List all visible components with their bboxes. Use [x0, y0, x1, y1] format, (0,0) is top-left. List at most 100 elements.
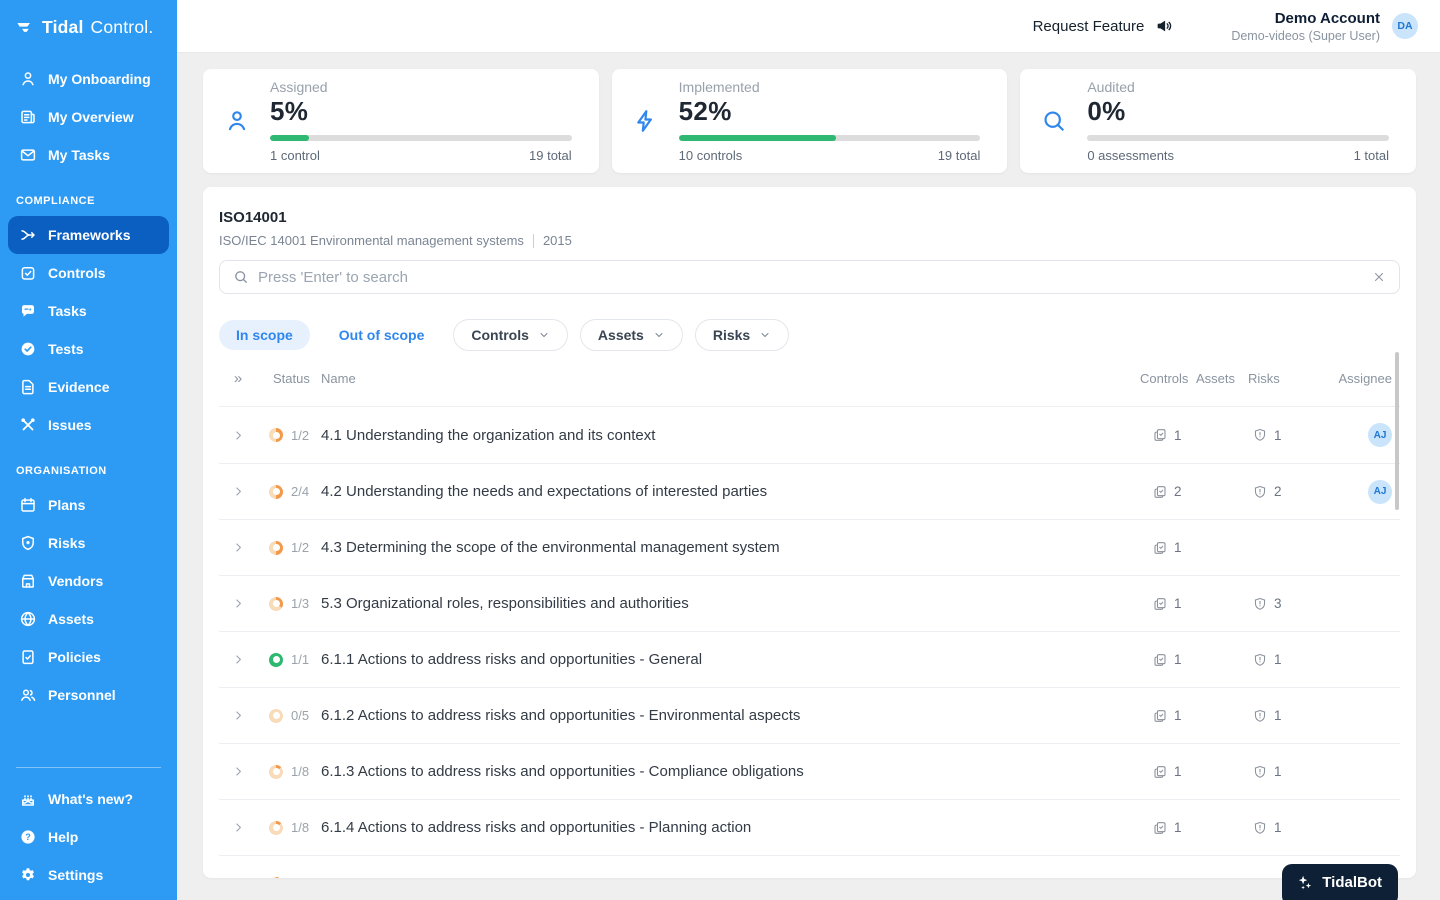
row-name[interactable]: 6.1.4 Actions to address risks and oppor… [321, 819, 1140, 836]
column-header-name: Name [321, 371, 356, 386]
request-feature-button[interactable]: Request Feature [1033, 17, 1174, 35]
count-value: 1 [1274, 764, 1282, 779]
tidalbot-button[interactable]: TidalBot [1282, 864, 1398, 900]
status-cell: 1/1 [257, 652, 321, 667]
avatar[interactable]: DA [1392, 13, 1418, 39]
row-name[interactable]: 6.1.3 Actions to address risks and oppor… [321, 763, 1140, 780]
sidebar-item-tests[interactable]: Tests [8, 330, 169, 368]
dropdown-controls[interactable]: Controls [453, 319, 568, 351]
assignee-avatar[interactable]: AJ [1368, 423, 1392, 447]
dropdown-assets[interactable]: Assets [579, 319, 683, 351]
status-progress-ring [269, 708, 283, 723]
tidal-logo-icon [15, 18, 35, 38]
table-scrollbar[interactable] [1395, 352, 1399, 510]
sidebar-item-assets[interactable]: Assets [8, 600, 169, 638]
stat-footer: 0 assessments 1 total [1087, 148, 1389, 163]
row-name[interactable]: 5.3 Organizational roles, responsibiliti… [321, 595, 1140, 612]
count-value: 1 [1174, 820, 1182, 835]
table-row[interactable]: 1/3 5.3 Organizational roles, responsibil… [219, 575, 1400, 631]
shield-icon [19, 534, 37, 552]
sidebar-item-label: My Overview [48, 109, 134, 125]
sidebar-item-label: My Onboarding [48, 71, 151, 87]
column-header-risks: Risks [1248, 371, 1280, 386]
row-expand-button[interactable] [219, 429, 257, 442]
table-row[interactable]: 1/8 6.1.4 Actions to address risks and op… [219, 799, 1400, 855]
table-row[interactable]: 1/8 6.1.3 Actions to address risks and op… [219, 743, 1400, 799]
expand-all-button[interactable]: » [219, 370, 257, 387]
globe-icon [19, 610, 37, 628]
count-value: 1 [1174, 708, 1182, 723]
row-name[interactable]: 6.1.2 Actions to address risks and oppor… [321, 707, 1140, 724]
sidebar-item-tasks[interactable]: Tasks [8, 292, 169, 330]
stat-card-audited: Audited 0% 0 assessments 1 total [1020, 69, 1417, 173]
sidebar-item-evidence[interactable]: Evidence [8, 368, 169, 406]
row-expand-button[interactable] [219, 765, 257, 778]
shield-alert-icon [1252, 427, 1268, 443]
sidebar-item-policies[interactable]: Policies [8, 638, 169, 676]
row-name[interactable]: 4.2 Understanding the needs and expectat… [321, 483, 1140, 500]
row-name[interactable]: 4.3 Determining the scope of the environ… [321, 539, 1140, 556]
stat-count: 0 assessments [1087, 148, 1175, 163]
framework-subtitle: ISO/IEC 14001 Environmental management s… [219, 233, 1400, 248]
search-input[interactable] [258, 268, 1363, 286]
copy-documents-icon [1152, 820, 1168, 836]
sidebar-item-label: Frameworks [48, 227, 131, 243]
framework-year: 2015 [542, 233, 572, 248]
column-header-assignee: Assignee [1338, 371, 1392, 386]
row-expand-button[interactable] [219, 485, 257, 498]
tools-icon [19, 416, 37, 434]
count-value: 2 [1274, 484, 1282, 499]
sidebar-item-risks[interactable]: Risks [8, 524, 169, 562]
shield-alert-icon [1252, 596, 1268, 612]
table-row[interactable]: 1/1 6.1.1 Actions to address risks and op… [219, 631, 1400, 687]
count-value: 1 [1274, 708, 1282, 723]
table-row[interactable]: 1/2 4.3 Determining the scope of the envi… [219, 519, 1400, 575]
sidebar-item-settings[interactable]: Settings [8, 856, 169, 894]
account-menu[interactable]: Demo Account Demo-videos (Super User) [1231, 10, 1380, 43]
sidebar-item-help[interactable]: ? Help [8, 818, 169, 856]
sidebar-item-my-onboarding[interactable]: My Onboarding [8, 60, 169, 98]
assignee-cell: AJ [1302, 479, 1400, 504]
row-expand-button[interactable] [219, 821, 257, 834]
assignee-avatar[interactable]: AJ [1368, 479, 1392, 504]
risks-count: 3 [1248, 596, 1302, 612]
table-row-partial[interactable] [219, 855, 1400, 878]
status-fraction: 1/1 [291, 652, 310, 667]
controls-count: 1 [1140, 652, 1196, 668]
sidebar-item-frameworks[interactable]: Frameworks [8, 216, 169, 254]
stat-value: 52% [678, 96, 732, 126]
tab-out-of-scope[interactable]: Out of scope [322, 320, 442, 350]
account-name: Demo Account [1274, 9, 1380, 27]
sidebar-item-my-tasks[interactable]: My Tasks [8, 136, 169, 174]
sidebar-item-personnel[interactable]: Personnel [8, 676, 169, 714]
status-fraction: 0/5 [291, 708, 310, 723]
stat-card-implemented: Implemented 52% 10 controls 19 total [611, 69, 1008, 173]
sidebar-item-my-overview[interactable]: My Overview [8, 98, 169, 136]
dropdown-risks[interactable]: Risks [694, 319, 790, 351]
table-row[interactable]: 0/5 6.1.2 Actions to address risks and op… [219, 687, 1400, 743]
shield-alert-icon [1252, 764, 1268, 780]
sidebar-item-vendors[interactable]: Vendors [8, 562, 169, 600]
sidebar-item-issues[interactable]: Issues [8, 406, 169, 444]
close-icon[interactable] [1372, 270, 1386, 284]
dropdown-label: Controls [471, 327, 529, 343]
tab-in-scope[interactable]: In scope [219, 320, 310, 350]
sidebar-item-what-s-new[interactable]: What's new? [8, 780, 169, 818]
row-name[interactable]: 4.1 Understanding the organization and i… [321, 427, 1140, 444]
cake-icon [19, 790, 37, 808]
shield-alert-icon [1252, 484, 1268, 500]
table-row[interactable]: 1/2 4.1 Understanding the organization an… [219, 407, 1400, 463]
row-expand-button[interactable] [219, 709, 257, 722]
frameworks-icon [19, 226, 37, 244]
row-expand-button[interactable] [219, 597, 257, 610]
app-logo[interactable]: Tidal Control. [0, 0, 177, 48]
count-value: 1 [1174, 540, 1182, 555]
table-row[interactable]: 2/4 4.2 Understanding the needs and expec… [219, 463, 1400, 519]
row-expand-button[interactable] [219, 541, 257, 554]
sidebar-item-plans[interactable]: Plans [8, 486, 169, 524]
sidebar-item-controls[interactable]: Controls [8, 254, 169, 292]
count-value: 1 [1274, 652, 1282, 667]
row-expand-button[interactable] [219, 653, 257, 666]
row-name[interactable]: 6.1.1 Actions to address risks and oppor… [321, 651, 1140, 668]
status-fraction: 1/8 [291, 764, 310, 779]
